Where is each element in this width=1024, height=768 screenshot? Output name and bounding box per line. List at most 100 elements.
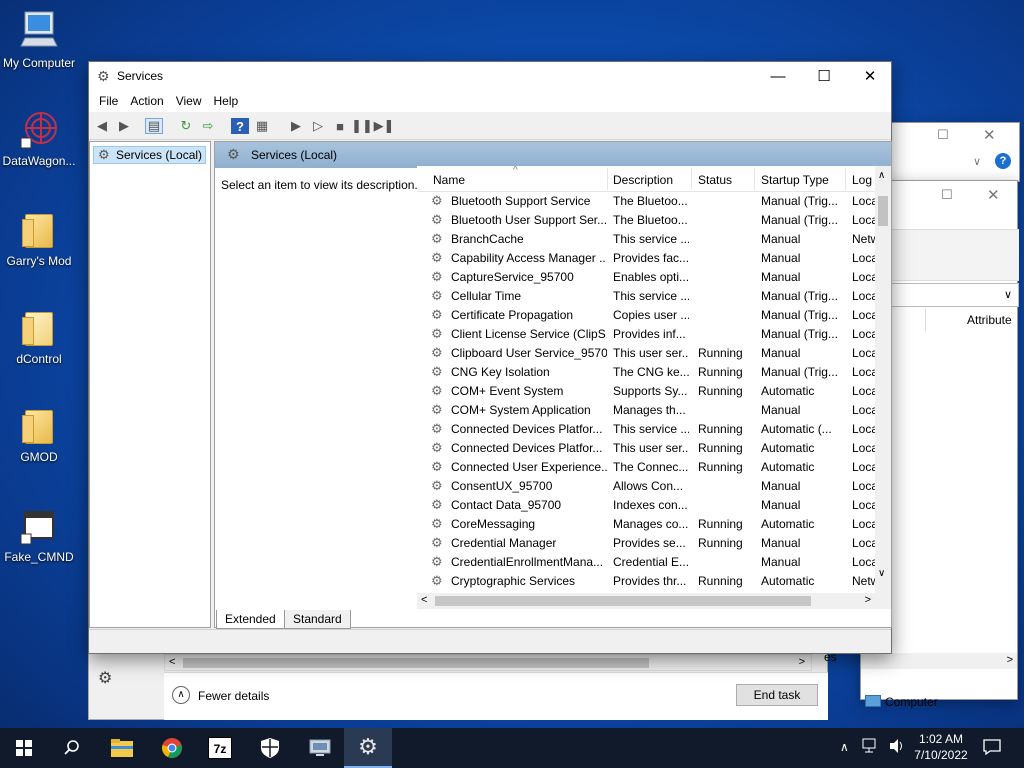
services-taskbar-button[interactable]: ⚙ [344, 728, 392, 768]
maximize-icon[interactable]: ☐ [941, 187, 953, 203]
column-header-status[interactable]: Status [698, 173, 732, 187]
service-row[interactable]: ⚙ Client License Service (ClipS... Provide… [417, 325, 876, 344]
search-button[interactable] [48, 728, 96, 768]
menu-view[interactable]: View [170, 94, 208, 108]
restart-service-icon[interactable]: ▶❚ [374, 118, 395, 134]
security-button[interactable] [246, 728, 294, 768]
start-service-icon[interactable]: ▶ [287, 118, 305, 134]
tab-extended[interactable]: Extended [216, 610, 285, 629]
title-bar[interactable]: ⚙ Services — ☐ ✕ [89, 62, 891, 90]
scroll-right-icon[interactable]: > [799, 656, 805, 668]
clock-time[interactable]: 1:02 AM [912, 732, 970, 746]
service-row[interactable]: ⚙ Clipboard User Service_95700 This user s… [417, 344, 876, 363]
scroll-left-icon[interactable]: < [421, 594, 427, 606]
computer-label[interactable]: Computer [885, 695, 938, 709]
desktop-icon-dcontrol[interactable]: dControl [0, 306, 78, 366]
start-button[interactable] [0, 728, 48, 768]
desktop-icon-fake-cmnd[interactable]: Fake_CMND [0, 504, 78, 564]
start-service-alt-icon[interactable]: ▷ [309, 118, 327, 134]
service-row[interactable]: ⚙ COM+ Event System Supports Sy... Running A… [417, 382, 876, 401]
properties-icon[interactable]: ▦ [253, 118, 271, 134]
address-bar[interactable]: ∨ [891, 283, 1019, 307]
vertical-scrollbar[interactable]: ∧ ∨ [875, 166, 891, 593]
services-list[interactable]: ^ Name Description Status Startup Type L… [417, 166, 891, 609]
network-app-button[interactable] [296, 728, 344, 768]
service-row[interactable]: ⚙ COM+ System Application Manages th... Man… [417, 401, 876, 420]
show-hidden-icons-icon[interactable]: ∧ [840, 740, 849, 754]
help-icon[interactable]: ? [231, 118, 249, 134]
horizontal-scrollbar[interactable]: < > [417, 593, 891, 609]
pause-service-icon[interactable]: ❚❚ [351, 118, 373, 134]
network-status-icon[interactable] [862, 738, 880, 754]
scroll-right-icon[interactable]: > [1007, 654, 1013, 666]
chevron-down-icon[interactable]: ∨ [1004, 288, 1012, 301]
column-header-log-on-as[interactable]: Log [852, 173, 872, 187]
chevron-up-icon[interactable]: ∧ [172, 686, 190, 704]
fewer-details-link[interactable]: Fewer details [198, 689, 269, 703]
service-row[interactable]: ⚙ Connected Devices Platfor... This user s… [417, 439, 876, 458]
service-row[interactable]: ⚙ CaptureService_95700 Enables opti... Manu… [417, 268, 876, 287]
horizontal-scrollbar[interactable]: < > [164, 654, 812, 671]
service-row[interactable]: ⚙ Certificate Propagation Copies user ... M… [417, 306, 876, 325]
service-row[interactable]: ⚙ Credential Manager Provides se... Running… [417, 534, 876, 553]
show-hide-tree-icon[interactable]: ▤ [145, 118, 163, 134]
service-row[interactable]: ⚙ Contact Data_95700 Indexes con... Manual L… [417, 496, 876, 515]
services-window[interactable]: ⚙ Services — ☐ ✕ File Action View Help ◀… [88, 61, 892, 654]
service-row[interactable]: ⚙ ConsentUX_95700 Allows Con... Manual Loca [417, 477, 876, 496]
back-arrow-icon[interactable]: ◀ [93, 118, 111, 134]
horizontal-scrollbar[interactable]: > [861, 653, 1017, 669]
scrollbar-thumb[interactable] [183, 658, 649, 668]
scroll-up-icon[interactable]: ∧ [878, 170, 885, 181]
notifications-icon[interactable] [982, 738, 1002, 756]
tab-standard[interactable]: Standard [284, 610, 351, 629]
forward-arrow-icon[interactable]: ▶ [115, 118, 133, 134]
service-row[interactable]: ⚙ Connected Devices Platfor... This servic… [417, 420, 876, 439]
end-task-button[interactable]: End task [736, 684, 818, 706]
service-row[interactable]: ⚙ Cryptographic Services Provides thr... Ru… [417, 572, 876, 591]
close-icon[interactable]: ✕ [987, 186, 1000, 204]
desktop-icon-garrys-mod[interactable]: Garry's Mod [0, 208, 78, 268]
7zip-button[interactable]: 7z [196, 728, 244, 768]
service-row[interactable]: ⚙ CoreMessaging Manages co... Running Automa… [417, 515, 876, 534]
column-header-startup-type[interactable]: Startup Type [761, 173, 829, 187]
volume-icon[interactable] [888, 738, 906, 754]
clock-date[interactable]: 7/10/2022 [910, 748, 972, 762]
service-row[interactable]: ⚙ Capability Access Manager ... Provides f… [417, 249, 876, 268]
service-row[interactable]: ⚙ Bluetooth User Support Ser... The Blueto… [417, 211, 876, 230]
attribute-column-header[interactable]: Attribute [967, 313, 1012, 327]
stop-service-icon[interactable]: ■ [331, 118, 349, 134]
tree-item-services-local[interactable]: ⚙ Services (Local) [93, 146, 207, 164]
column-header-name[interactable]: Name [433, 173, 465, 187]
close-icon[interactable]: ✕ [983, 126, 996, 144]
scrollbar-thumb[interactable] [878, 196, 888, 226]
scroll-right-icon[interactable]: > [865, 594, 871, 606]
menu-file[interactable]: File [93, 94, 124, 108]
desktop-icon-gmod[interactable]: GMOD [0, 404, 78, 464]
minimize-button[interactable]: — [755, 62, 801, 90]
scrollbar-thumb[interactable] [435, 596, 811, 606]
file-explorer-button[interactable] [98, 728, 146, 768]
menu-help[interactable]: Help [208, 94, 245, 108]
task-manager-window[interactable]: ⚙ < > es ∧ Fewer details End task [88, 650, 837, 720]
service-row[interactable]: ⚙ CredentialEnrollmentMana... Credential E… [417, 553, 876, 572]
scroll-left-icon[interactable]: < [169, 656, 175, 668]
desktop-icon-datawagon[interactable]: DataWagon... [0, 108, 78, 168]
refresh-icon[interactable]: ↻ [177, 118, 195, 134]
service-row[interactable]: ⚙ BranchCache This service ... Manual Netw [417, 230, 876, 249]
chevron-down-icon[interactable]: ∨ [973, 155, 981, 168]
maximize-button[interactable]: ☐ [801, 62, 847, 90]
settings-icon[interactable]: ⚙ [98, 668, 112, 688]
service-row[interactable]: ⚙ CNG Key Isolation The CNG ke... Running Ma… [417, 363, 876, 382]
close-button[interactable]: ✕ [847, 62, 893, 90]
chrome-button[interactable] [148, 728, 196, 768]
service-row[interactable]: ⚙ Cellular Time This service ... Manual (Tr… [417, 287, 876, 306]
export-list-icon[interactable]: ⇨ [199, 118, 217, 134]
scroll-down-icon[interactable]: ∨ [878, 568, 885, 579]
help-icon[interactable]: ? [995, 153, 1011, 169]
service-row[interactable]: ⚙ Connected User Experience... The Connec.… [417, 458, 876, 477]
column-header-description[interactable]: Description [613, 173, 673, 187]
menu-action[interactable]: Action [124, 94, 169, 108]
maximize-icon[interactable]: ☐ [937, 127, 949, 143]
desktop-icon-my-computer[interactable]: My Computer [0, 10, 78, 70]
service-row[interactable]: ⚙ Bluetooth Support Service The Bluetoo...… [417, 192, 876, 211]
